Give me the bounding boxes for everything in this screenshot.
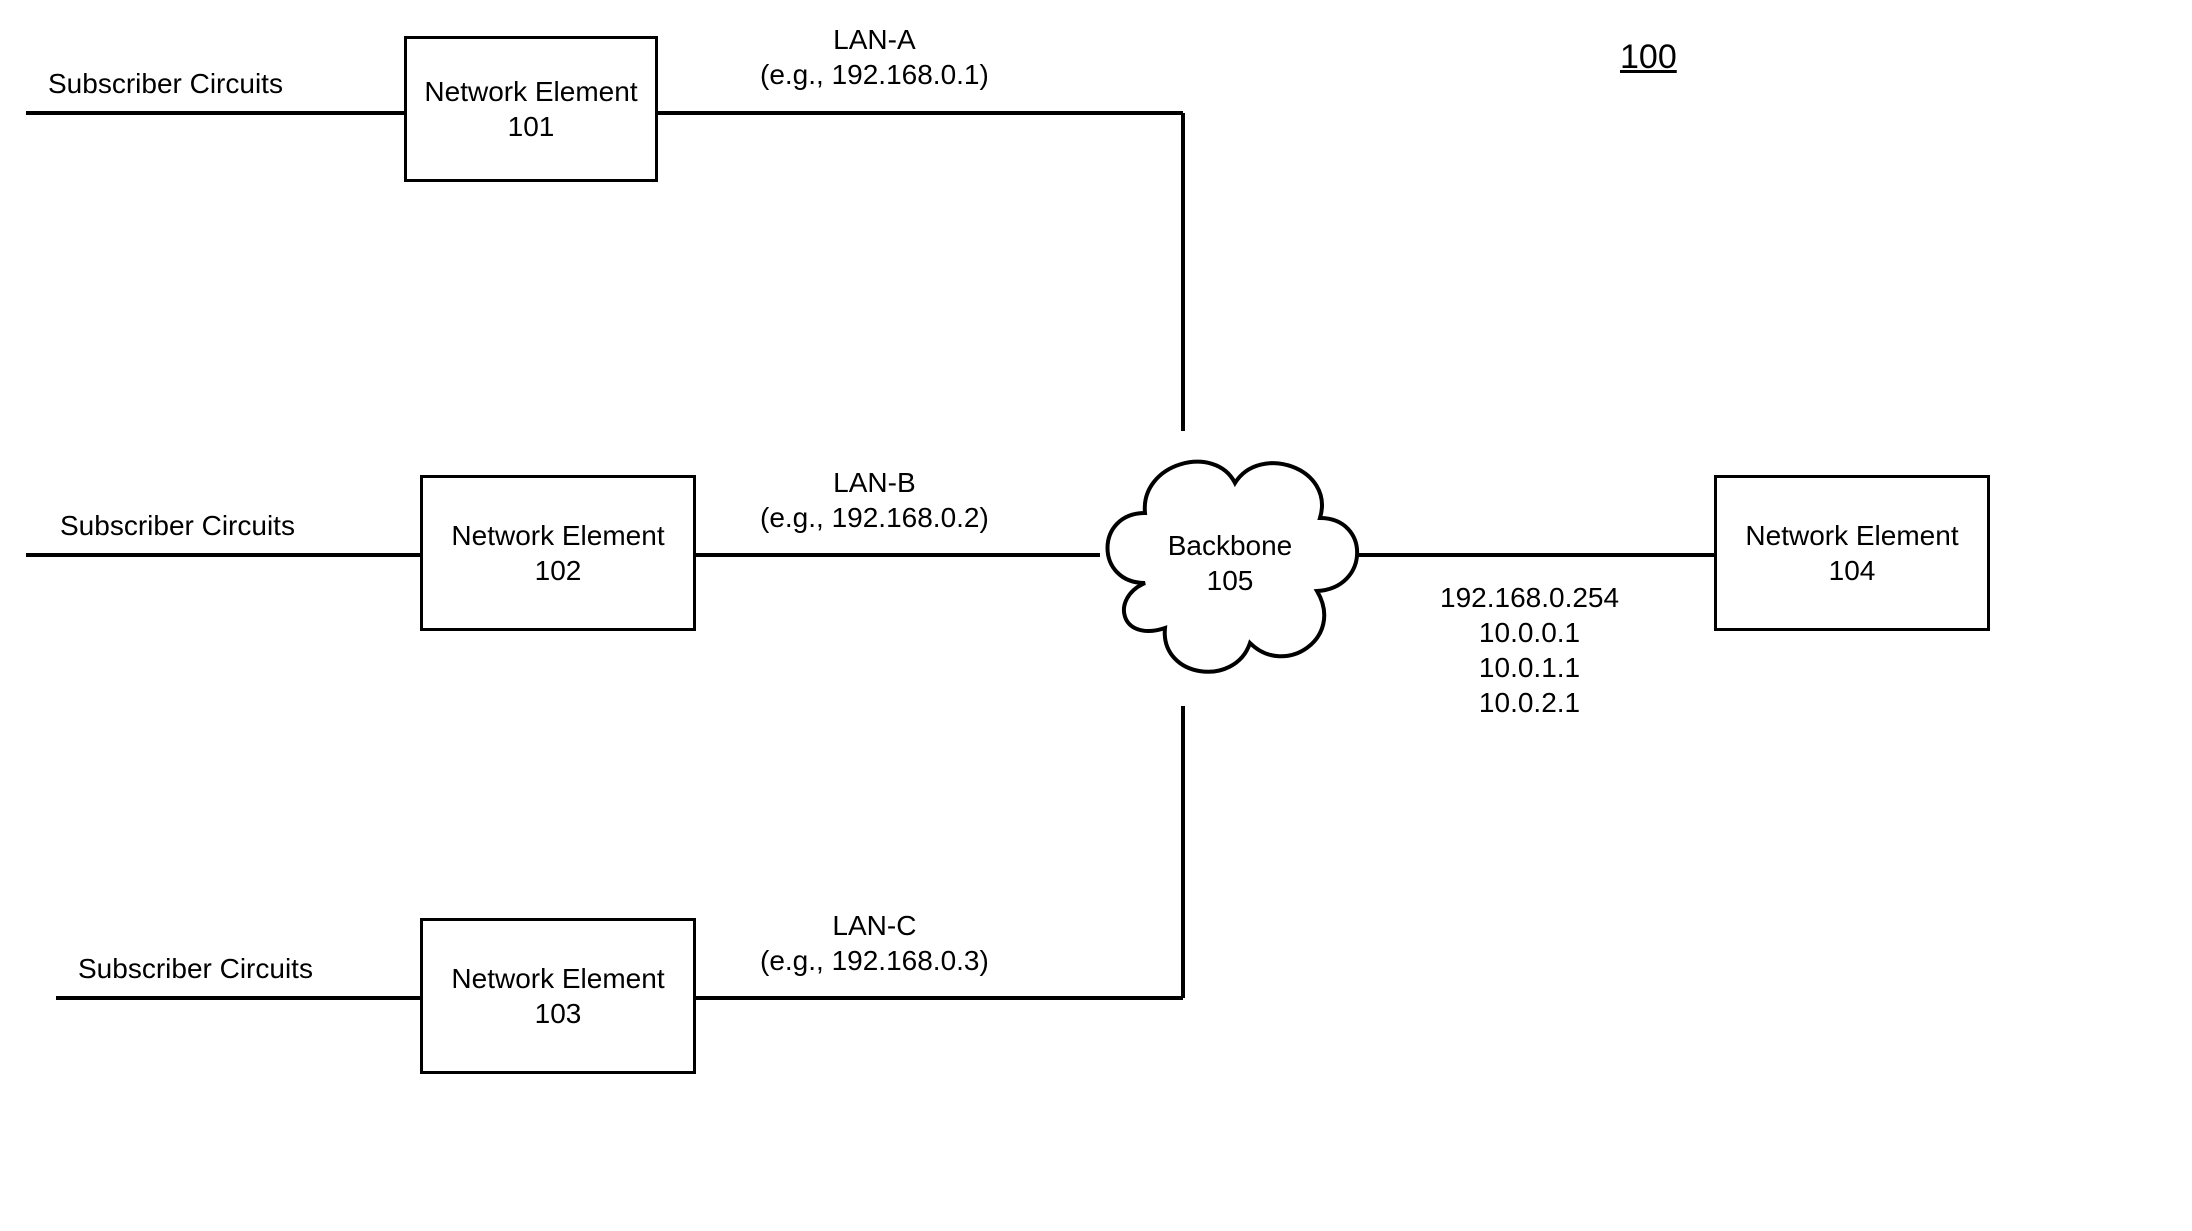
ne104-title: Network Element	[1745, 518, 1958, 553]
ne103-id: 103	[535, 996, 582, 1031]
ne104-id: 104	[1829, 553, 1876, 588]
ne104-ip-4: 10.0.2.1	[1440, 685, 1619, 720]
ne102-title: Network Element	[451, 518, 664, 553]
lan-a-label: LAN-A (e.g., 192.168.0.1)	[760, 22, 989, 92]
subscriber-label-1: Subscriber Circuits	[48, 66, 283, 101]
ne101-id: 101	[508, 109, 555, 144]
network-element-104: Network Element 104	[1714, 475, 1990, 631]
network-element-101: Network Element 101	[404, 36, 658, 182]
subscriber-label-3: Subscriber Circuits	[78, 951, 313, 986]
ne104-ip-list: 192.168.0.254 10.0.0.1 10.0.1.1 10.0.2.1	[1440, 580, 1619, 720]
lan-b-addr: (e.g., 192.168.0.2)	[760, 500, 989, 535]
ne101-title: Network Element	[424, 74, 637, 109]
ne104-ip-2: 10.0.0.1	[1440, 615, 1619, 650]
lan-a-addr: (e.g., 192.168.0.1)	[760, 57, 989, 92]
lan-c-name: LAN-C	[760, 908, 989, 943]
backbone-cloud: Backbone 105	[1085, 413, 1375, 713]
backbone-title: Backbone	[1085, 528, 1375, 563]
backbone-label: Backbone 105	[1085, 528, 1375, 598]
lan-b-label: LAN-B (e.g., 192.168.0.2)	[760, 465, 989, 535]
subscriber-label-2: Subscriber Circuits	[60, 508, 295, 543]
ne103-title: Network Element	[451, 961, 664, 996]
lan-b-name: LAN-B	[760, 465, 989, 500]
ne104-ip-1: 192.168.0.254	[1440, 580, 1619, 615]
network-element-103: Network Element 103	[420, 918, 696, 1074]
diagram-stage: Backbone 105 100 Subscriber Circuits Sub…	[0, 0, 2192, 1231]
network-element-102: Network Element 102	[420, 475, 696, 631]
lan-c-addr: (e.g., 192.168.0.3)	[760, 943, 989, 978]
lan-c-label: LAN-C (e.g., 192.168.0.3)	[760, 908, 989, 978]
ne104-ip-3: 10.0.1.1	[1440, 650, 1619, 685]
ne102-id: 102	[535, 553, 582, 588]
figure-number: 100	[1620, 38, 1677, 77]
lan-a-name: LAN-A	[760, 22, 989, 57]
backbone-id: 105	[1085, 563, 1375, 598]
